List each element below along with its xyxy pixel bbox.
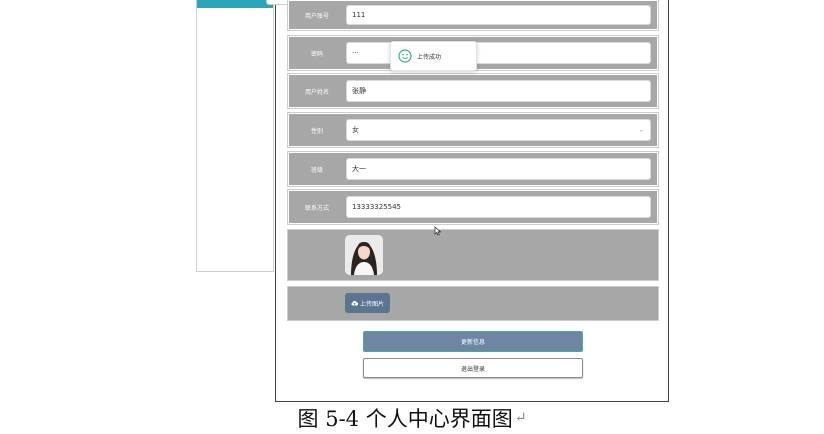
cloud-upload-icon [351, 300, 358, 306]
field-row-account: 用户账号 111 [288, 0, 658, 30]
caption-text: 图 5-4 个人中心界面图 [297, 407, 513, 431]
field-label: 用户账号 [304, 12, 329, 20]
avatar-row [288, 230, 658, 280]
field-label: 联系方式 [304, 204, 329, 212]
toast-message: 上传成功 [417, 53, 442, 61]
field-row-contact: 联系方式 13333325545 [288, 190, 658, 224]
return-mark: ↵ [514, 410, 527, 426]
gender-select-value: 女 [352, 126, 359, 134]
side-panel-accent-bar [197, 0, 273, 8]
field-label: 用户姓名 [304, 88, 329, 96]
logout-button[interactable]: 退出登录 [363, 358, 583, 378]
gender-select[interactable]: 女 ⌄ [346, 119, 651, 141]
name-input[interactable]: 张静 [346, 80, 651, 102]
chevron-down-icon: ⌄ [638, 126, 644, 134]
upload-image-button[interactable]: 上传图片 [345, 293, 390, 313]
left-side-panel [196, 0, 274, 272]
mouse-cursor-icon [434, 226, 442, 236]
field-label: 班级 [310, 166, 323, 174]
upload-row: 上传图片 [288, 287, 658, 320]
field-row-name: 用户姓名 张静 [288, 74, 658, 108]
contact-input[interactable]: 13333325545 [346, 196, 651, 218]
update-info-button[interactable]: 更新信息 [363, 331, 583, 352]
avatar [345, 235, 383, 275]
upload-success-toast: 上传成功 [390, 41, 477, 71]
field-label: 性别 [310, 127, 323, 135]
upload-image-label: 上传图片 [359, 300, 384, 308]
field-row-class: 班级 大一 [288, 152, 658, 186]
field-label: 密码 [310, 50, 323, 58]
figure-caption: 图 5-4 个人中心界面图 ↵ [0, 402, 824, 434]
smile-icon [398, 49, 412, 63]
class-input[interactable]: 大一 [346, 158, 651, 180]
field-row-gender: 性别 女 ⌄ [288, 113, 658, 147]
account-input[interactable]: 111 [346, 5, 651, 25]
